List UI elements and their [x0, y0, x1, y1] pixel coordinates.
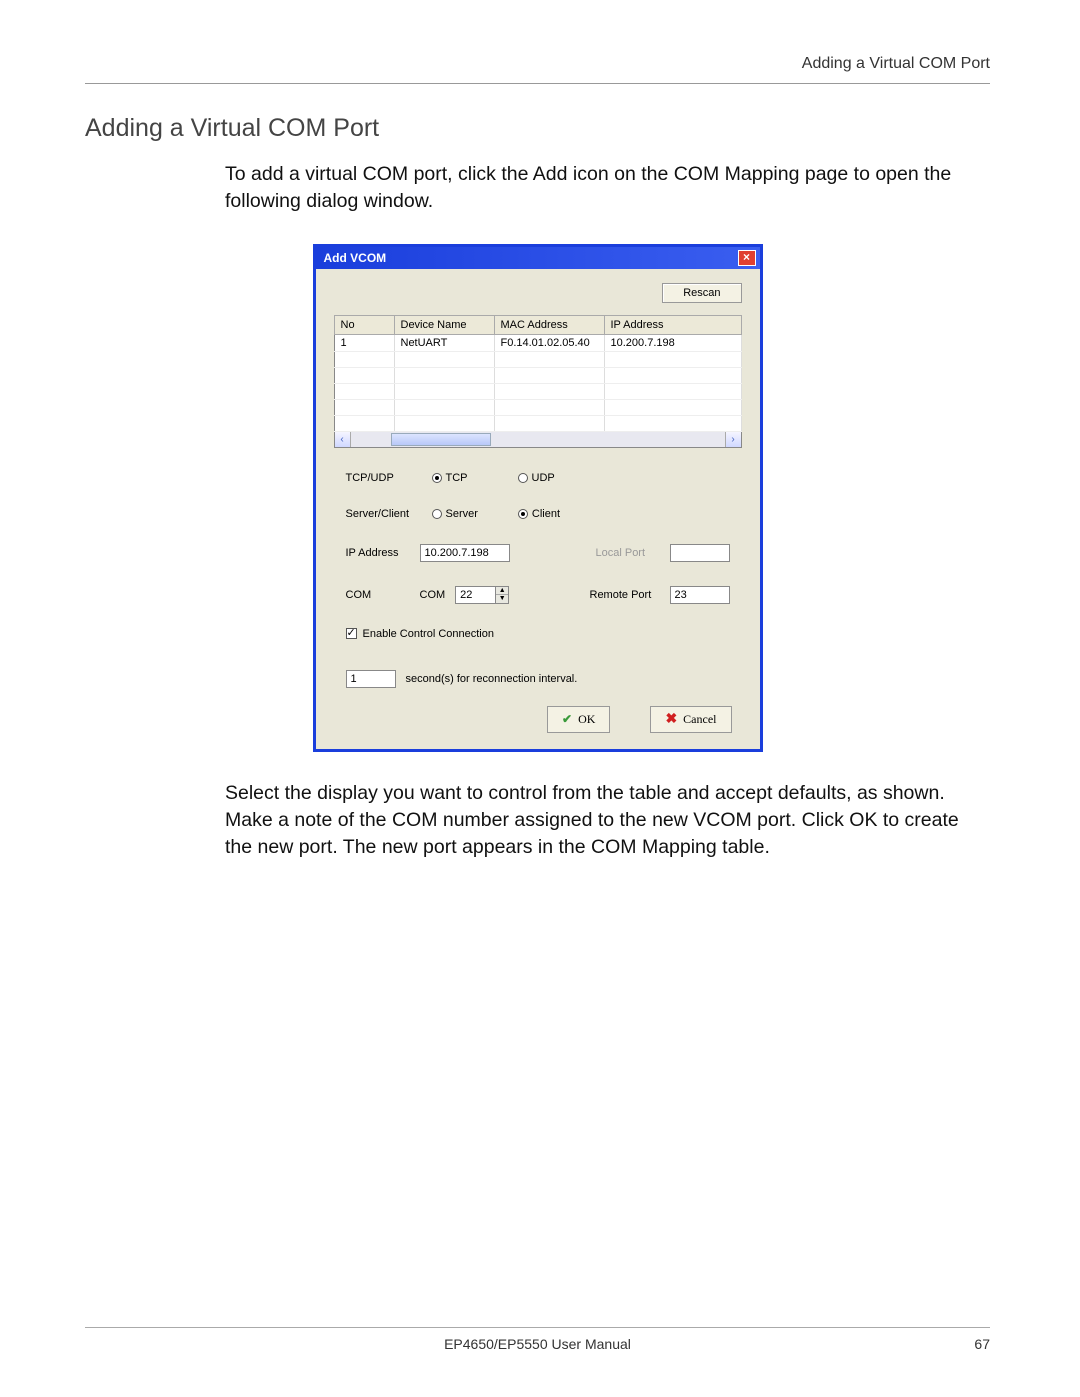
scroll-right-icon[interactable]: › — [725, 432, 741, 447]
cell-device: NetUART — [394, 334, 494, 351]
ok-button[interactable]: ✔ OK — [547, 706, 610, 733]
rescan-button[interactable]: Rescan — [662, 283, 741, 303]
outro-paragraph: Select the display you want to control f… — [225, 780, 990, 862]
page-header-right: Adding a Virtual COM Port — [85, 55, 990, 73]
client-radio[interactable]: Client — [518, 508, 560, 520]
reconnect-suffix: second(s) for reconnection interval. — [406, 673, 578, 685]
col-mac: MAC Address — [494, 315, 604, 334]
local-port-label: Local Port — [596, 547, 660, 559]
reconnect-interval-input[interactable] — [346, 670, 396, 688]
footer-center: EP4650/EP5550 User Manual — [145, 1336, 930, 1352]
section-title: Adding a Virtual COM Port — [85, 114, 990, 143]
add-vcom-dialog: Add VCOM × Rescan No Device Name MAC Add… — [313, 244, 763, 752]
cell-mac: F0.14.01.02.05.40 — [494, 334, 604, 351]
com-spinner[interactable]: ▲ ▼ — [455, 586, 509, 604]
cancel-button[interactable]: ✖ Cancel — [650, 706, 731, 733]
scroll-left-icon[interactable]: ‹ — [335, 432, 351, 447]
col-device-name: Device Name — [394, 315, 494, 334]
intro-paragraph: To add a virtual COM port, click the Add… — [225, 161, 990, 216]
com-prefix: COM — [420, 589, 446, 601]
x-icon: ✖ — [665, 711, 677, 728]
device-table[interactable]: No Device Name MAC Address IP Address 1 … — [334, 315, 742, 432]
ip-address-label: IP Address — [346, 547, 410, 559]
header-divider — [85, 83, 990, 84]
scroll-track[interactable] — [351, 432, 725, 447]
table-row[interactable]: 1 NetUART F0.14.01.02.05.40 10.200.7.198 — [334, 334, 741, 351]
tcpudp-label: TCP/UDP — [346, 472, 422, 484]
remote-port-input[interactable] — [670, 586, 730, 604]
dialog-titlebar[interactable]: Add VCOM × — [316, 247, 760, 269]
col-no: No — [334, 315, 394, 334]
cell-no: 1 — [334, 334, 394, 351]
scroll-thumb[interactable] — [391, 433, 491, 446]
ip-address-input[interactable] — [420, 544, 510, 562]
spin-down-icon[interactable]: ▼ — [496, 595, 508, 603]
spin-up-icon[interactable]: ▲ — [496, 587, 508, 596]
tcp-radio[interactable]: TCP — [432, 472, 468, 484]
page-number: 67 — [930, 1336, 990, 1352]
server-client-label: Server/Client — [346, 508, 422, 520]
cell-ip: 10.200.7.198 — [604, 334, 741, 351]
dialog-title: Add VCOM — [324, 251, 387, 265]
col-ip: IP Address — [604, 315, 741, 334]
com-value-input[interactable] — [455, 586, 495, 604]
com-label: COM — [346, 589, 410, 601]
remote-port-label: Remote Port — [590, 589, 660, 601]
local-port-input — [670, 544, 730, 562]
server-radio[interactable]: Server — [432, 508, 478, 520]
udp-radio[interactable]: UDP — [518, 472, 555, 484]
close-icon[interactable]: × — [738, 250, 756, 266]
check-icon: ✔ — [562, 712, 572, 727]
enable-control-checkbox[interactable]: Enable Control Connection — [346, 628, 494, 640]
h-scrollbar[interactable]: ‹ › — [334, 432, 742, 448]
